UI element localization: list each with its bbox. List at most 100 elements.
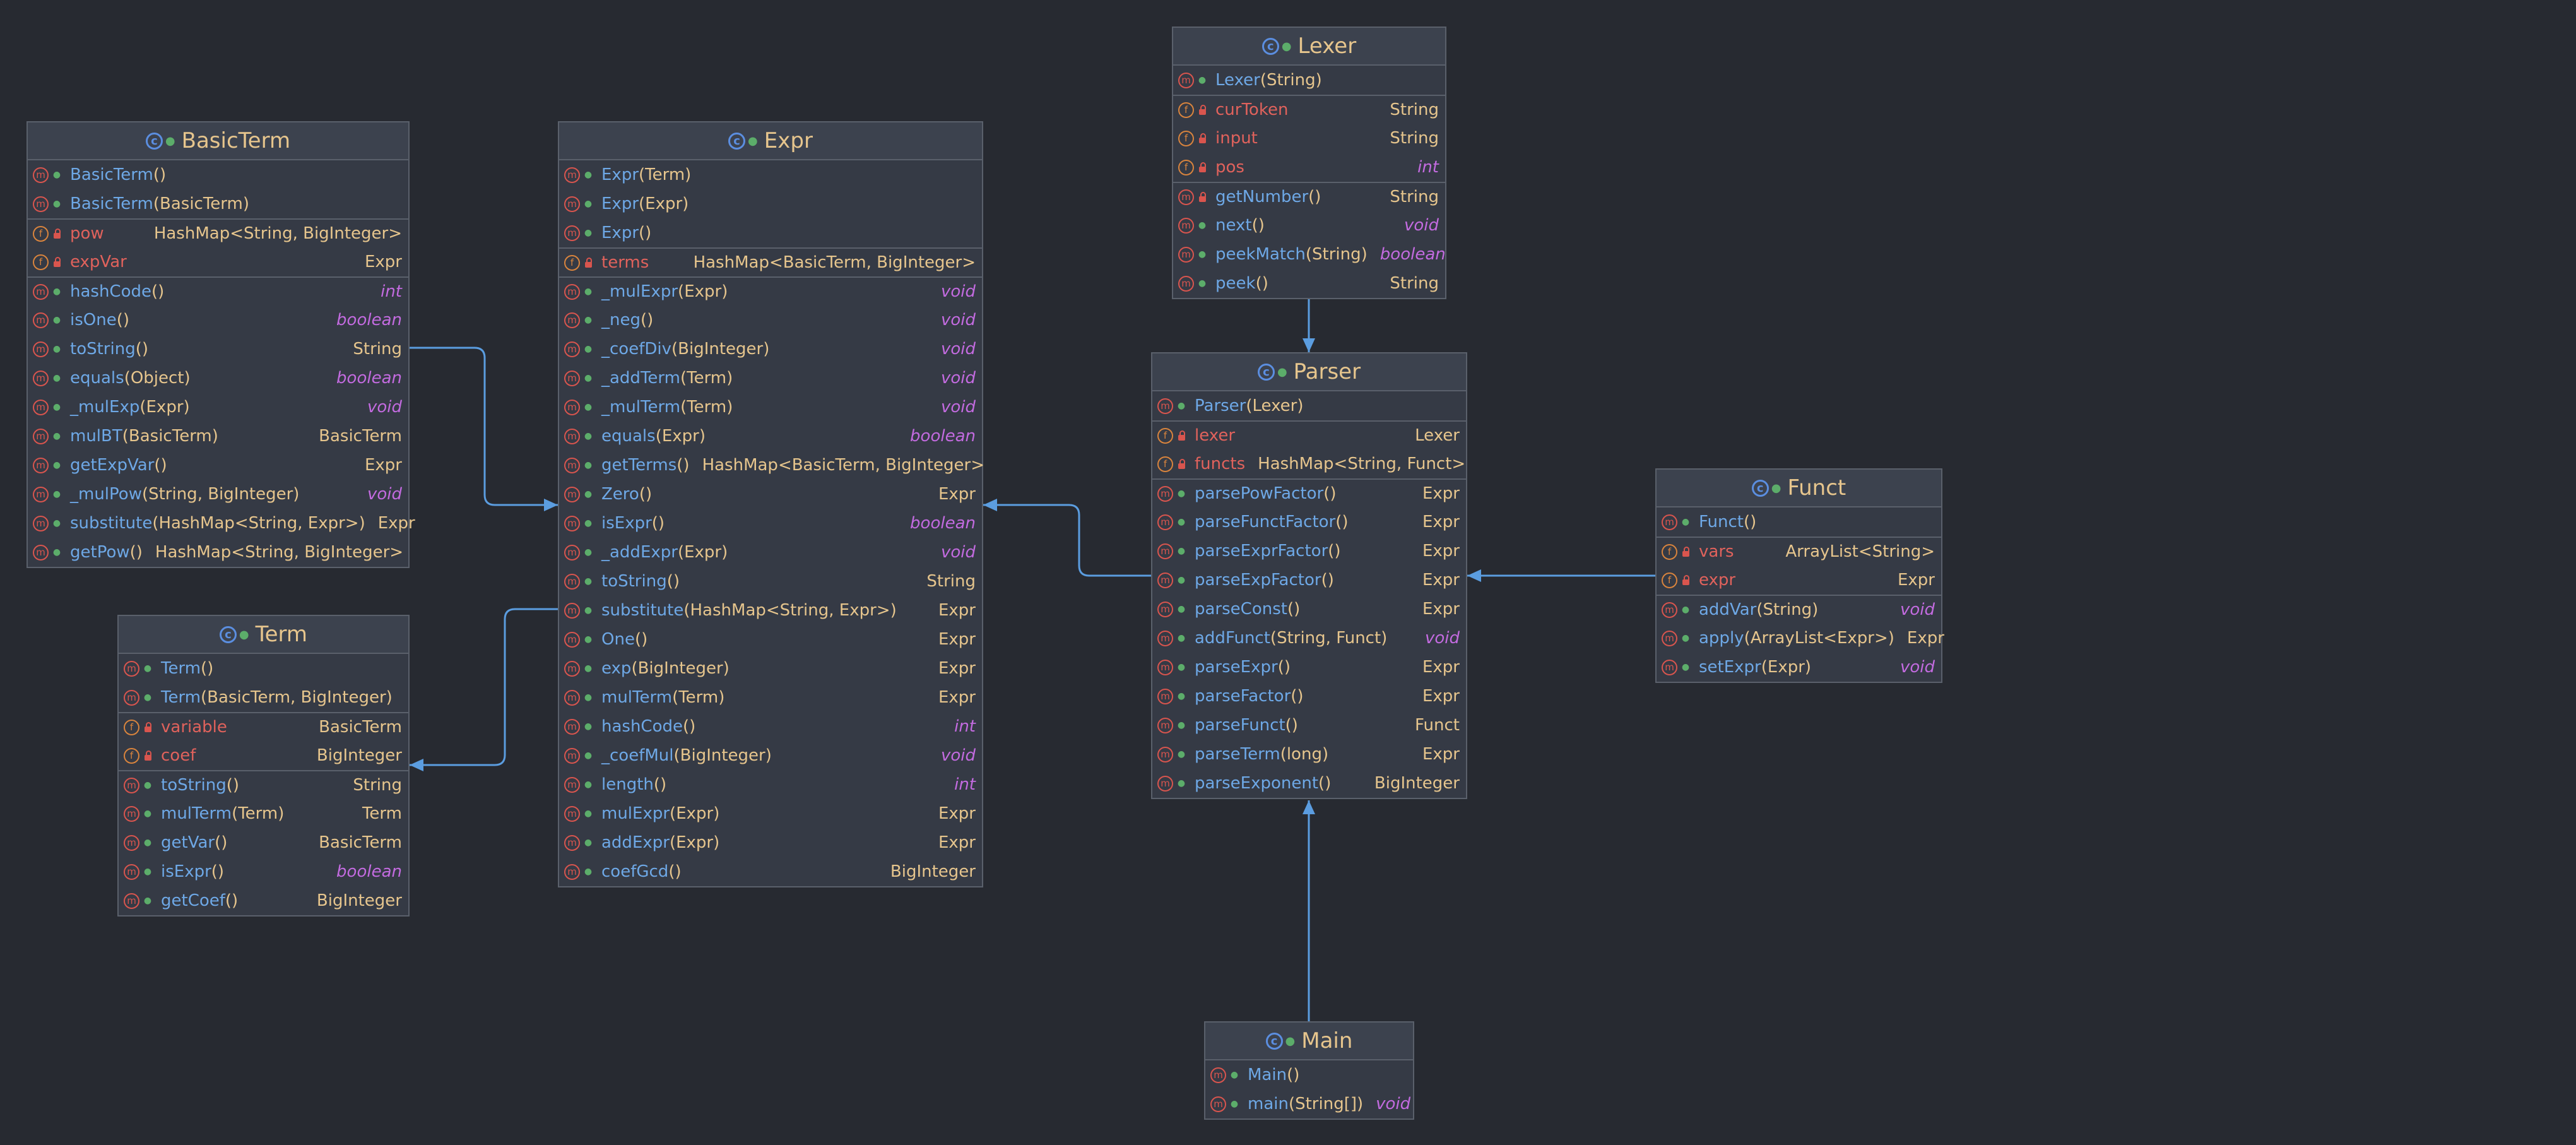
method-row-to-string[interactable]: m ● toString() String [119,770,408,799]
method-row-add-expr[interactable]: m ● addExpr (Expr) Expr [559,828,982,857]
class-expr[interactable]: c ● Expr m ● Expr (Term) m ● Expr (Expr) m ● Expr() f t… [558,121,984,887]
field-row-input[interactable]: f input String [1173,124,1445,153]
method-row-get-terms[interactable]: m ● getTerms() HashMap<BasicTerm, BigIntege… [559,451,984,480]
method-row-get-number[interactable]: m getNumber() String [1173,182,1445,211]
field-row-vars[interactable]: f vars ArrayList<String> [1657,537,1941,566]
class-funct[interactable]: c ● Funct m ● Funct() f vars ArrayList<String> f e… [1655,468,1944,683]
edge-parser-to-expr[interactable] [983,504,1151,577]
method-row-is-one[interactable]: m ● isOne() boolean [28,306,408,335]
method-row-mul-exp[interactable]: m ● _mulExp (Expr) void [28,393,408,422]
method-row-to-string[interactable]: m ● toString() String [28,335,408,364]
method-row-mul-term[interactable]: m ● mulTerm (Term) Term [119,799,408,828]
method-row-mul-expr[interactable]: m ● _mulExpr (Expr) void [559,276,982,306]
field-row-variable[interactable]: f variable BasicTerm [119,712,408,741]
method-row-hash-code[interactable]: m ● hashCode() int [559,712,982,741]
class-header[interactable]: c ● Lexer [1173,28,1445,66]
method-row-hash-code[interactable]: m ● hashCode() int [28,276,408,306]
method-row-expr[interactable]: m ● Expr (Term) [559,160,982,189]
method-row-expr[interactable]: m ● Expr (Expr) [559,189,982,218]
method-row-add-funct[interactable]: m ● addFunct (String, Funct) void [1152,624,1466,653]
method-row-is-expr[interactable]: m ● isExpr() boolean [119,857,408,886]
class-main[interactable]: c ● Main m ● Main() m ● main (String[]) void [1204,1021,1414,1120]
method-row-neg[interactable]: m ● _neg() void [559,306,982,335]
method-row-equals[interactable]: m ● equals (Object) boolean [28,364,408,393]
method-row-basic-term[interactable]: m ● BasicTerm (BasicTerm) [28,189,408,218]
method-row-get-var[interactable]: m ● getVar() BasicTerm [119,828,408,857]
method-row-zero[interactable]: m ● Zero() Expr [559,480,982,509]
field-row-lexer[interactable]: f lexer Lexer [1152,420,1466,449]
class-header[interactable]: c ● Parser [1152,353,1466,391]
method-row-parse-factor[interactable]: m ● parseFactor() Expr [1152,682,1466,711]
method-row-parser[interactable]: m ● Parser (Lexer) [1152,391,1466,420]
method-row-add-expr[interactable]: m ● _addExpr (Expr) void [559,538,982,567]
class-name: Term [255,622,308,647]
method-row-mul-bt[interactable]: m ● mulBT (BasicTerm) BasicTerm [28,422,408,451]
method-row-is-expr[interactable]: m ● isExpr() boolean [559,509,982,538]
edge-basicterm-to-expr[interactable] [410,347,558,506]
method-row-term[interactable]: m ● Term() [119,654,408,683]
method-row-length[interactable]: m ● length() int [559,770,982,799]
method-row-parse-expr[interactable]: m ● parseExpr() Expr [1152,653,1466,682]
method-row-term[interactable]: m ● Term (BasicTerm, BigInteger) [119,683,408,712]
class-header[interactable]: c ● Term [119,616,408,654]
method-row-parse-funct[interactable]: m ● parseFunct() Funct [1152,711,1466,740]
method-row-parse-exp-factor[interactable]: m ● parseExpFactor() Expr [1152,566,1466,595]
method-row-add-term[interactable]: m ● _addTerm (Term) void [559,364,982,393]
edge-expr-to-term[interactable] [410,608,558,766]
method-row-mul-term[interactable]: m ● _mulTerm (Term) void [559,393,982,422]
private-lock-icon [1177,458,1186,469]
class-header[interactable]: c ● BasicTerm [28,122,408,160]
method-row-funct[interactable]: m ● Funct() [1657,507,1941,537]
method-row-coef-div[interactable]: m ● _coefDiv (BigInteger) void [559,335,982,364]
method-row-exp[interactable]: m ● exp (BigInteger) Expr [559,654,982,683]
method-row-lexer[interactable]: m ● Lexer (String) [1173,66,1445,95]
method-row-equals[interactable]: m ● equals (Expr) boolean [559,422,982,451]
field-name: input [1215,129,1258,148]
method-row-add-var[interactable]: m ● addVar (String) void [1657,595,1941,624]
class-header[interactable]: c ● Funct [1657,470,1941,507]
method-row-next[interactable]: m ● next() void [1173,211,1445,240]
method-row-parse-expr-factor[interactable]: m ● parseExprFactor() Expr [1152,537,1466,566]
method-row-peek-match[interactable]: m ● peekMatch (String) boolean [1173,240,1446,269]
method-row-peek[interactable]: m ● peek() String [1173,269,1445,298]
method-name: peek [1215,274,1256,293]
field-row-exp-var[interactable]: f expVar Expr [28,247,408,276]
field-row-cur-token[interactable]: f curToken String [1173,95,1445,124]
method-row-one[interactable]: m ● One() Expr [559,625,982,654]
field-row-pos[interactable]: f pos int [1173,153,1445,182]
method-row-parse-funct-factor[interactable]: m ● parseFunctFactor() Expr [1152,507,1466,537]
field-row-expr[interactable]: f expr Expr [1657,566,1941,595]
class-lexer[interactable]: c ● Lexer m ● Lexer (String) f curToken String f in… [1172,27,1446,299]
class-basicterm[interactable]: c ● BasicTerm m ● BasicTerm() m ● BasicTerm (Basi… [27,121,415,568]
method-row-get-pow[interactable]: m ● getPow() HashMap<String, BigInteger> [28,538,408,567]
method-icon: m [564,544,580,561]
method-row-parse-exponent[interactable]: m ● parseExponent() BigInteger [1152,769,1466,798]
method-row-parse-const[interactable]: m ● parseConst() Expr [1152,595,1466,624]
method-row-parse-pow-factor[interactable]: m ● parsePowFactor() Expr [1152,478,1466,507]
class-header[interactable]: c ● Expr [559,122,982,160]
method-row-main[interactable]: m ● Main() [1205,1060,1413,1089]
method-row-substitute[interactable]: m ● substitute (HashMap<String, Expr>) Expr [559,596,982,625]
method-row-mul-term[interactable]: m ● mulTerm (Term) Expr [559,683,982,712]
field-row-terms[interactable]: f terms HashMap<BasicTerm, BigInteger> [559,247,982,276]
method-row-get-coef[interactable]: m ● getCoef() BigInteger [119,886,408,915]
method-row-to-string[interactable]: m ● toString() String [559,567,982,596]
method-row-mul-expr[interactable]: m ● mulExpr (Expr) Expr [559,799,982,828]
class-header[interactable]: c ● Main [1205,1023,1413,1060]
method-row-expr[interactable]: m ● Expr() [559,218,982,247]
field-row-coef[interactable]: f coef BigInteger [119,741,408,770]
method-row-basic-term[interactable]: m ● BasicTerm() [28,160,408,189]
method-row-get-exp-var[interactable]: m ● getExpVar() Expr [28,451,408,480]
method-row-apply[interactable]: m ● apply (ArrayList<Expr>) Expr [1657,624,1944,653]
field-row-pow[interactable]: f pow HashMap<String, BigInteger> [28,218,408,247]
field-row-functs[interactable]: f functs HashMap<String, Funct> [1152,449,1466,478]
method-row-mul-pow[interactable]: m ● _mulPow (String, BigInteger) void [28,480,408,509]
method-row-parse-term[interactable]: m ● parseTerm (long) Expr [1152,740,1466,769]
method-row-set-expr[interactable]: m ● setExpr (Expr) void [1657,653,1941,682]
method-row-coef-mul[interactable]: m ● _coefMul (BigInteger) void [559,741,982,770]
class-parser[interactable]: c ● Parser m ● Parser (Lexer) f lexer Lexer f funct… [1151,352,1467,799]
class-term[interactable]: c ● Term m ● Term() m ● Term (BasicTerm, BigInteg… [117,615,410,917]
method-row-main[interactable]: m ● main (String[]) void [1205,1089,1413,1118]
method-row-substitute[interactable]: m ● substitute (HashMap<String, Expr>) Expr [28,509,415,538]
method-row-coef-gcd[interactable]: m ● coefGcd() BigInteger [559,857,982,886]
